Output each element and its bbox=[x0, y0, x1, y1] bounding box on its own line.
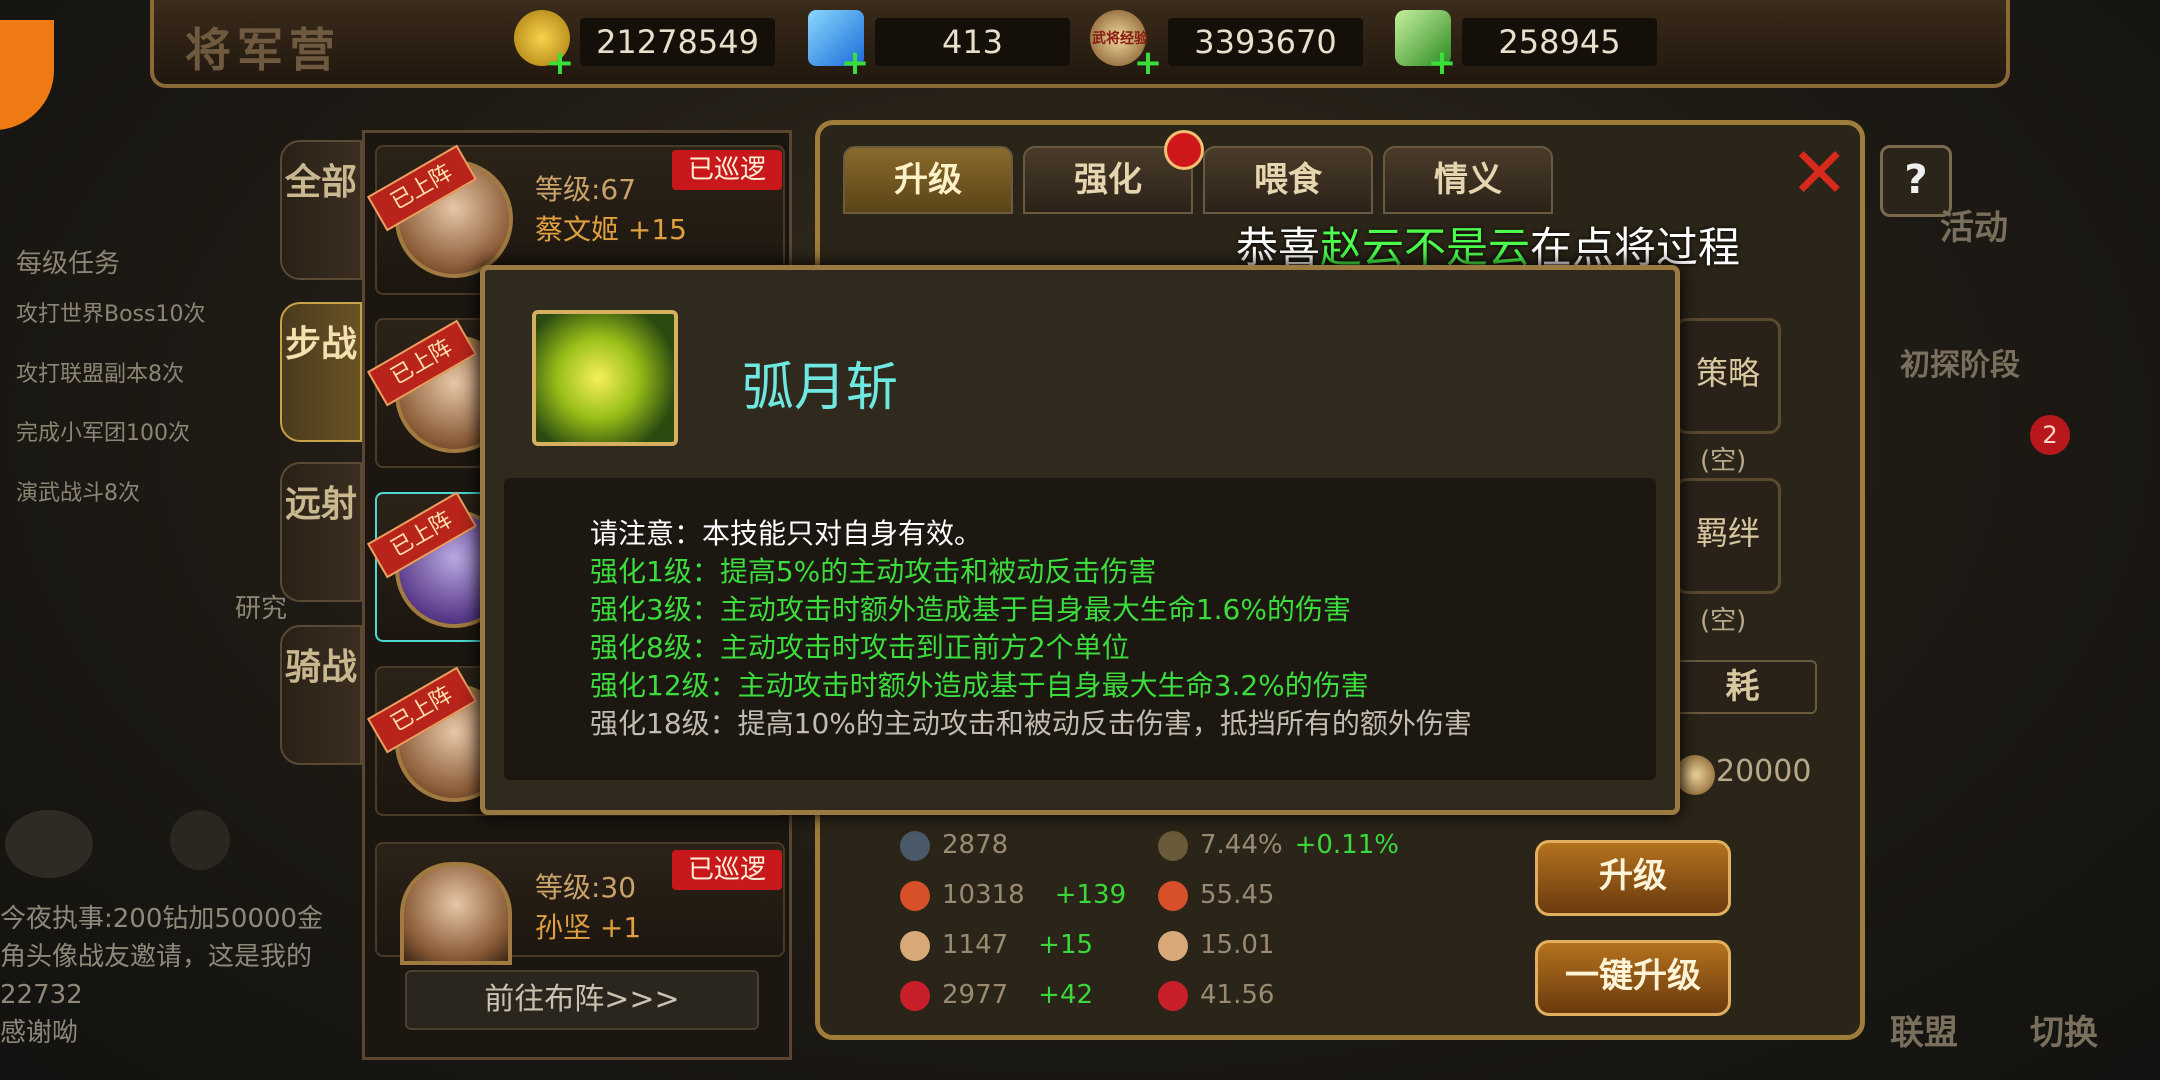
add-coin-icon[interactable]: + bbox=[545, 46, 575, 80]
chat-line: 感谢呦 bbox=[0, 1018, 79, 1048]
one-click-upgrade-button[interactable]: 一键升级 bbox=[1535, 940, 1731, 1016]
stat-row: 55.45 bbox=[1158, 880, 1458, 926]
notification-dot bbox=[1164, 130, 1204, 170]
page-title: 将军营 bbox=[185, 23, 341, 77]
cost-label: 耗 bbox=[1668, 660, 1817, 714]
add-potion-icon[interactable]: + bbox=[1427, 46, 1457, 80]
heart-plus-icon bbox=[1158, 880, 1188, 911]
armor-icon bbox=[900, 830, 930, 861]
task-item[interactable]: 演武战斗8次 bbox=[16, 475, 140, 507]
muscle-icon bbox=[900, 930, 930, 961]
tab-all[interactable]: 全部 bbox=[280, 140, 362, 280]
close-icon[interactable]: ✕ bbox=[1790, 138, 1849, 208]
chat-line: 今夜执事:200钻加50000金 bbox=[0, 904, 324, 934]
task-item[interactable]: 攻打联盟副本8次 bbox=[16, 356, 184, 388]
patrol-badge: 已巡逻 bbox=[672, 850, 782, 890]
patrol-badge: 已巡逻 bbox=[672, 150, 782, 190]
skill-note: 请注意：本技能只对自身有效。 bbox=[590, 517, 983, 550]
glove-icon bbox=[900, 980, 930, 1011]
gem-counter: 413 bbox=[875, 18, 1070, 66]
slot-state: (空) bbox=[1700, 446, 1747, 476]
chat-log[interactable]: 今夜执事:200钻加50000金 角头像战友邀请，这是我的 22732 感谢呦 bbox=[0, 900, 360, 1060]
chat-line: 角头像战友邀请，这是我的 bbox=[0, 942, 313, 972]
exp-counter: 3393670 bbox=[1168, 18, 1363, 66]
skill-name: 弧月斩 bbox=[742, 358, 899, 418]
coin-counter: 21278549 bbox=[580, 18, 775, 66]
count-badge: 2 bbox=[2030, 415, 2070, 455]
stat-row: 7.44% +0.11% bbox=[1158, 830, 1458, 876]
upgrade-button[interactable]: 升级 bbox=[1535, 840, 1731, 916]
add-gem-icon[interactable]: + bbox=[840, 46, 870, 80]
heart-icon bbox=[900, 880, 930, 911]
activity-button[interactable]: 活动 bbox=[1940, 200, 2008, 249]
add-exp-icon[interactable]: + bbox=[1133, 46, 1163, 80]
expand-menu-button[interactable] bbox=[0, 20, 54, 130]
chat-line: 22732 bbox=[0, 980, 83, 1010]
hero-name: 孙坚 +1 bbox=[535, 911, 642, 944]
resource-bar bbox=[150, 0, 2010, 88]
hero-name: 蔡文姬 +15 bbox=[535, 213, 687, 246]
tab-feed[interactable]: 喂食 bbox=[1203, 146, 1373, 214]
research-label: 研究 bbox=[235, 594, 288, 624]
go-to-formation-button[interactable]: 前往布阵>>> bbox=[405, 970, 759, 1030]
tab-infantry[interactable]: 步战 bbox=[280, 302, 362, 442]
skill-level-line: 强化12级：主动攻击时额外造成基于自身最大生命3.2%的伤害 bbox=[590, 669, 1369, 702]
cost-value: 20000 bbox=[1716, 754, 1812, 789]
bond-slot[interactable]: 羁绊 bbox=[1675, 478, 1781, 594]
tab-ranged[interactable]: 远射 bbox=[280, 462, 362, 602]
tab-cavalry[interactable]: 骑战 bbox=[280, 625, 362, 765]
alliance-button[interactable]: 联盟 bbox=[1890, 1005, 1958, 1054]
skill-level-line: 强化18级：提高10%的主动攻击和被动反击伤害，抵挡所有的额外伤害 bbox=[590, 707, 1472, 740]
tab-upgrade[interactable]: 升级 bbox=[843, 146, 1013, 214]
slot-state: (空) bbox=[1700, 606, 1747, 636]
hero-level: 等级:30 bbox=[535, 871, 637, 904]
stage-label: 初探阶段 bbox=[1900, 348, 2020, 383]
hero-level: 等级:67 bbox=[535, 173, 637, 206]
potion-counter: 258945 bbox=[1462, 18, 1657, 66]
glove-plus-icon bbox=[1158, 980, 1188, 1011]
muscle-plus-icon bbox=[1158, 930, 1188, 961]
switch-button[interactable]: 切换 bbox=[2030, 1005, 2098, 1054]
stat-row: 15.01 bbox=[1158, 930, 1458, 976]
skill-level-line: 强化8级：主动攻击时攻击到正前方2个单位 bbox=[590, 631, 1130, 664]
tab-bond[interactable]: 情义 bbox=[1383, 146, 1553, 214]
shield-icon bbox=[1158, 830, 1188, 861]
task-item[interactable]: 攻打世界Boss10次 bbox=[16, 296, 205, 328]
hero-avatar bbox=[400, 862, 512, 965]
skill-icon bbox=[532, 310, 678, 446]
stat-row: 41.56 bbox=[1158, 980, 1458, 1026]
general-exp-icon bbox=[1675, 755, 1715, 795]
strategy-slot[interactable]: 策略 bbox=[1675, 318, 1781, 434]
task-item[interactable]: 完成小军团100次 bbox=[16, 415, 190, 447]
task-header: 每级任务 bbox=[16, 249, 121, 279]
skill-level-line: 强化3级：主动攻击时额外造成基于自身最大生命1.6%的伤害 bbox=[590, 593, 1351, 626]
microphone-icon[interactable] bbox=[170, 810, 230, 870]
skill-level-line: 强化1级：提高5%的主动攻击和被动反击伤害 bbox=[590, 555, 1157, 588]
chat-icon[interactable] bbox=[5, 810, 93, 878]
